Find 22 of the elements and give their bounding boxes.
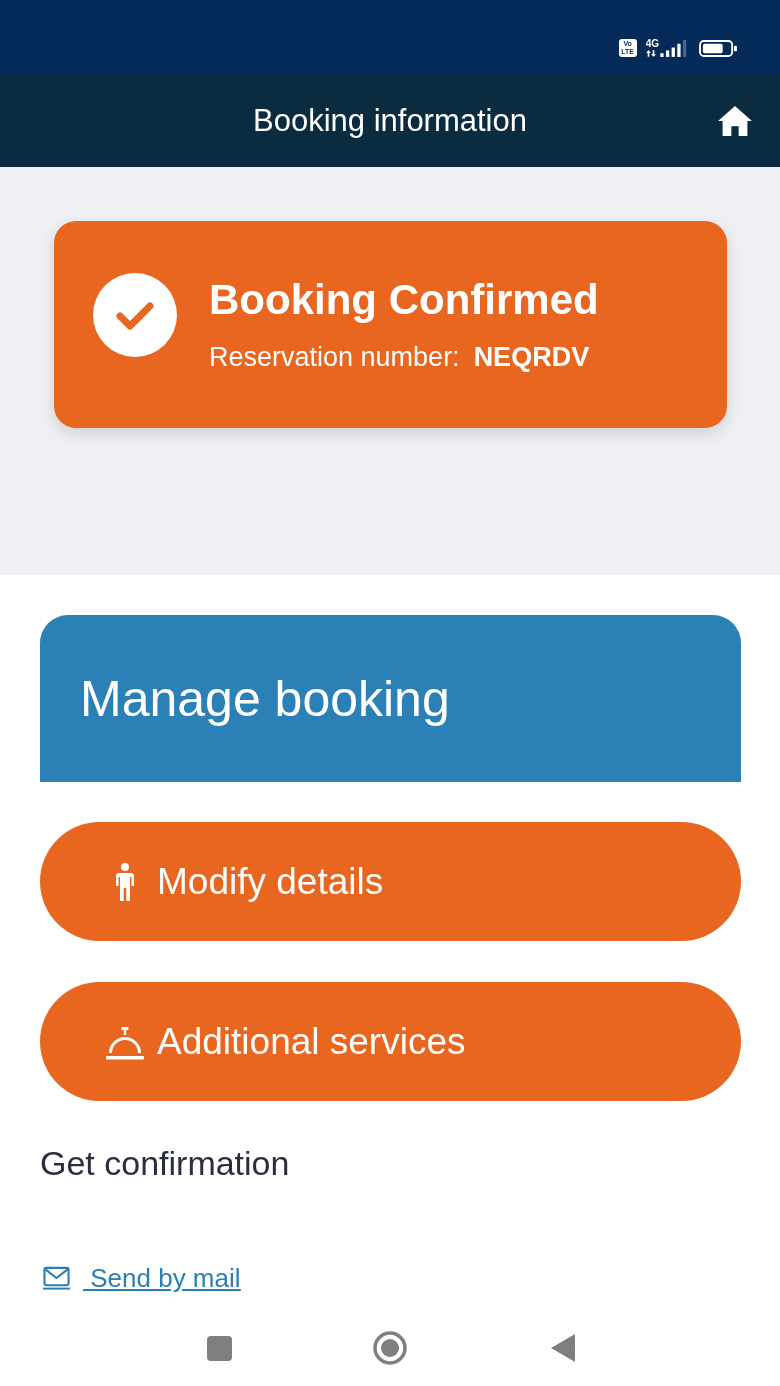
signal-icon bbox=[660, 40, 687, 57]
reservation-label: Reservation number: bbox=[209, 341, 460, 373]
back-icon[interactable] bbox=[551, 1334, 575, 1362]
envelope-icon bbox=[43, 1266, 70, 1290]
section-heading: Get confirmation bbox=[40, 1143, 291, 1184]
header-title: Booking information bbox=[253, 102, 527, 140]
bell-icon bbox=[105, 1026, 145, 1061]
square-icon[interactable] bbox=[206, 1335, 232, 1361]
check-circle-icon bbox=[93, 273, 177, 357]
action-button[interactable]: Additional services bbox=[40, 982, 741, 1101]
action-button[interactable]: Modify details bbox=[40, 822, 741, 941]
ring-icon[interactable] bbox=[373, 1331, 407, 1365]
send-mail-link[interactable]: Send by mail bbox=[43, 1263, 241, 1293]
confirmation-title: Booking Confirmed bbox=[209, 276, 599, 324]
manage-title: Manage booking bbox=[80, 669, 450, 728]
home-button[interactable] bbox=[718, 106, 752, 136]
network-type-label: 4G bbox=[645, 39, 659, 49]
home-icon bbox=[718, 106, 752, 136]
reservation-number: NEQRDV bbox=[473, 341, 590, 373]
person-icon bbox=[113, 862, 137, 901]
data-arrows-icon bbox=[645, 50, 656, 57]
battery-icon bbox=[698, 40, 738, 57]
